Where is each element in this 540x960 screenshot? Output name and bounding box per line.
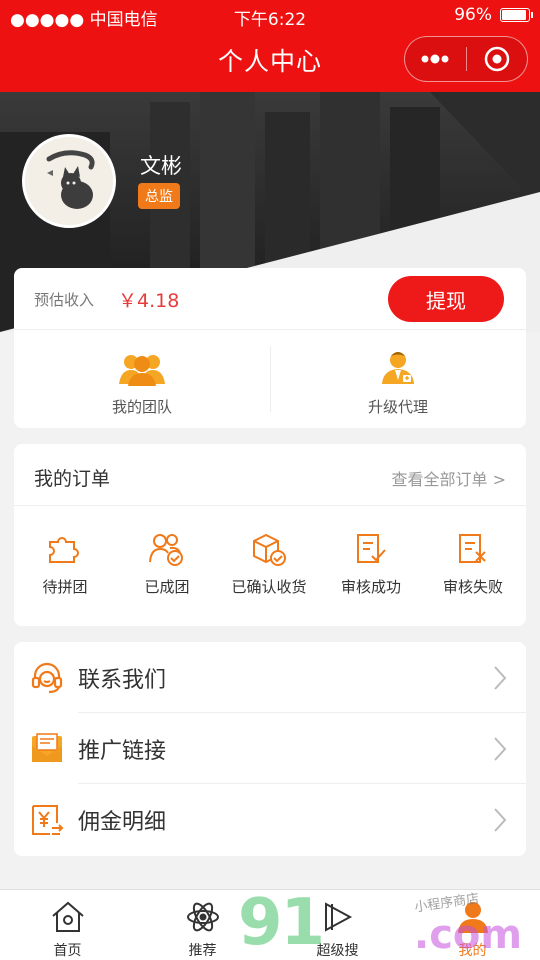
doc-check-icon [357, 534, 386, 563]
withdraw-button[interactable]: 提现 [388, 276, 504, 322]
tab-home[interactable]: 首页 [0, 890, 135, 960]
play-icon [324, 902, 352, 932]
battery-icon [500, 8, 533, 22]
box-check-icon [253, 533, 286, 566]
upgrade-agent-label: 升级代理 [367, 398, 428, 416]
more-dots-icon [421, 54, 449, 64]
tab-label: 首页 [53, 943, 82, 959]
menu-item-label: 推广链接 [78, 739, 167, 764]
user-name: 文彬 [140, 154, 182, 178]
chevron-right-icon [494, 808, 507, 832]
puzzle-icon [49, 537, 79, 563]
earnings-row: 预估收入 ￥4.18 提现 [14, 268, 526, 330]
user-icon [457, 902, 488, 933]
tab-label: 推荐 [188, 943, 217, 959]
order-status-label: 待拼团 [42, 578, 88, 596]
team-icon [119, 355, 165, 386]
group-check-icon [149, 534, 183, 566]
menu-item-commission[interactable]: 佣金明细 [14, 784, 526, 855]
top-bar: ●●●●● 中国电信 下午6:22 96% 个人中心 [0, 0, 540, 92]
orders-title: 我的订单 [34, 468, 111, 490]
agent-icon [382, 352, 414, 384]
role-badge: 总监 [138, 183, 180, 209]
close-program-button[interactable] [467, 37, 528, 81]
menu-item-promo-link[interactable]: 推广链接 [14, 713, 526, 784]
earnings-label: 预估收入 [34, 291, 95, 309]
tab-bar: 首页 推荐 超级搜 我的 [0, 889, 540, 960]
mail-icon [32, 733, 62, 762]
more-button[interactable] [405, 37, 466, 81]
tab-label: 我的 [458, 943, 487, 959]
yuan-doc-icon [32, 805, 64, 835]
earnings-amount: ￥4.18 [118, 290, 180, 312]
battery-indicator: 96% [454, 5, 533, 25]
my-team-label: 我的团队 [111, 398, 172, 416]
view-all-orders-link[interactable]: 查看全部订单 > [392, 466, 507, 490]
order-status-label: 审核成功 [340, 578, 401, 596]
earnings-card: 预估收入 ￥4.18 提现 我的团队 升级代理 [14, 268, 526, 428]
avatar[interactable] [22, 134, 116, 228]
headset-icon [31, 662, 63, 694]
orders-card: 我的订单 查看全部订单 > 待拼团 已成团 已确认收货 审核成功 审核失败 [14, 444, 526, 626]
tab-label: 超级搜 [316, 943, 359, 959]
cat-avatar-icon [25, 137, 113, 225]
atom-icon [186, 902, 219, 932]
tab-super-search[interactable]: 超级搜 [270, 890, 405, 960]
order-status-label: 已成团 [144, 578, 190, 596]
menu-item-label: 联系我们 [78, 668, 167, 693]
order-status-review-success[interactable]: 审核成功 [320, 532, 422, 597]
status-bar: ●●●●● 中国电信 下午6:22 96% [0, 0, 540, 30]
order-status-received[interactable]: 已确认收货 [218, 532, 320, 597]
chevron-right-icon [494, 737, 507, 761]
order-status-grouped[interactable]: 已成团 [116, 532, 218, 597]
my-team-button[interactable]: 我的团队 [14, 330, 270, 428]
order-status-pending-group[interactable]: 待拼团 [14, 532, 116, 597]
tab-mine[interactable]: 我的 [405, 890, 540, 960]
order-status-label: 审核失败 [442, 578, 503, 596]
mini-program-capsule [404, 36, 528, 82]
target-icon [484, 46, 509, 72]
battery-percent: 96% [454, 5, 492, 25]
orders-header: 我的订单 查看全部订单 > [14, 444, 526, 506]
upgrade-agent-button[interactable]: 升级代理 [270, 330, 526, 428]
home-icon [51, 901, 84, 932]
menu-card: 联系我们 推广链接 佣金明细 [14, 642, 526, 856]
doc-x-icon [459, 534, 486, 563]
battery-fill [502, 10, 526, 20]
menu-item-contact-us[interactable]: 联系我们 [14, 642, 526, 713]
order-status-label: 已确认收货 [231, 578, 307, 596]
tab-recommend[interactable]: 推荐 [135, 890, 270, 960]
order-status-review-failed[interactable]: 审核失败 [422, 532, 524, 597]
menu-item-label: 佣金明细 [78, 810, 167, 835]
chevron-right-icon [494, 666, 507, 690]
